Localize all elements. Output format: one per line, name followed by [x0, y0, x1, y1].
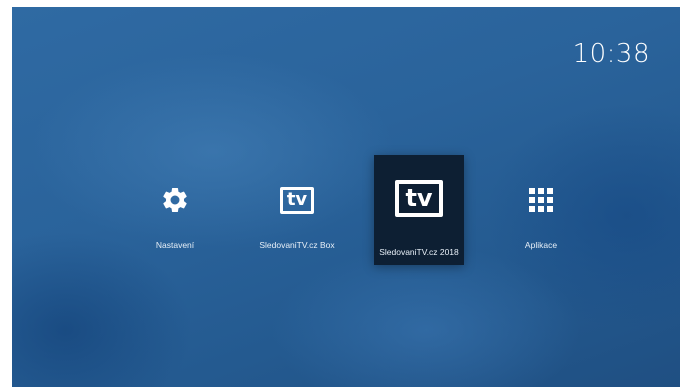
app-tile-sledovanitv-box[interactable]: tv SledovaniTV.cz Box	[252, 167, 342, 257]
app-grid-icon	[527, 180, 555, 220]
app-tile-sledovanitv-2018[interactable]: tv SledovaniTV.cz 2018	[374, 155, 464, 265]
app-row: Nastavení tv SledovaniTV.cz Box tv Sledo…	[12, 7, 680, 387]
app-tile-label: Aplikace	[524, 240, 558, 250]
gear-icon	[160, 180, 190, 220]
app-tile-label: SledovaniTV.cz Box	[259, 240, 335, 250]
app-tile-label: SledovaniTV.cz 2018	[379, 247, 459, 257]
tv-logo-text: tv	[279, 186, 315, 214]
app-tile-applications[interactable]: Aplikace	[496, 167, 586, 257]
app-tile-settings[interactable]: Nastavení	[130, 167, 220, 257]
app-tile-label: Nastavení	[155, 240, 195, 250]
tv-home-screen: 10:38 Nastavení tv SledovaniTV.cz Box tv…	[12, 7, 680, 387]
tv-logo-text: tv	[395, 179, 443, 217]
tv-logo-icon: tv	[395, 175, 443, 221]
tv-logo-icon: tv	[279, 180, 315, 220]
